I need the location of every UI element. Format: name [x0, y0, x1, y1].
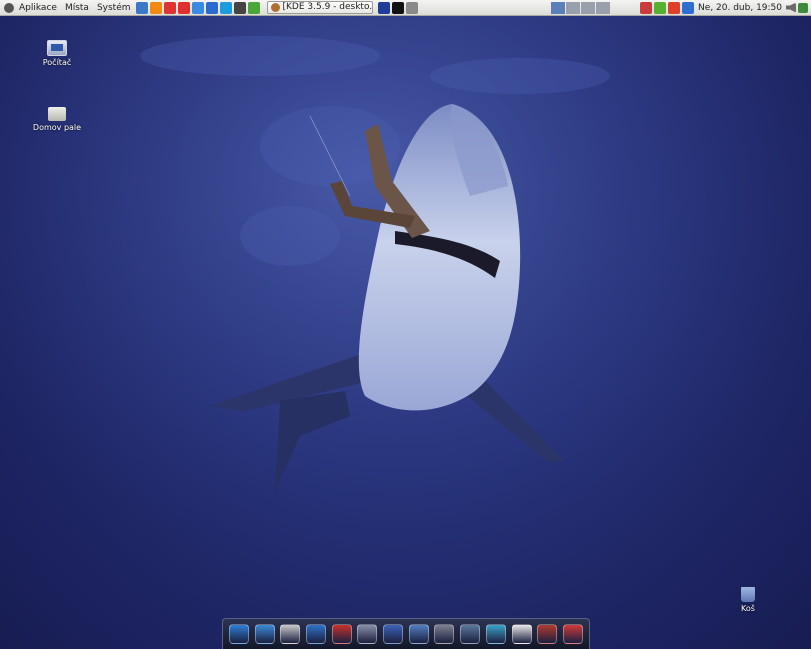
pdf-reader-dock-icon[interactable] [331, 624, 352, 644]
writer-dock-icon[interactable] [511, 624, 532, 644]
puzzle-icon[interactable] [177, 1, 190, 14]
desktop-wallpaper [0, 16, 811, 649]
network-icon[interactable] [163, 1, 176, 14]
photos-dock-icon[interactable] [485, 624, 506, 644]
skype-icon[interactable] [219, 1, 232, 14]
vlc-cone-icon[interactable] [149, 1, 162, 14]
terminal-icon[interactable] [233, 1, 246, 14]
text-editor-icon[interactable] [135, 1, 148, 14]
messenger-icon[interactable] [654, 1, 667, 14]
home-folder-icon [48, 107, 66, 121]
network-dock-icon[interactable] [408, 624, 429, 644]
top-panel: Aplikace Místa Systém [KDE 3.5.9 - deskt… [0, 0, 811, 16]
black-window-tray-icon[interactable] [391, 1, 404, 14]
network-status-icon[interactable] [682, 1, 695, 14]
volume-icon[interactable] [786, 2, 796, 13]
desktop-icon-home[interactable]: Domov pale [27, 105, 87, 132]
desktop-icon-label: Počítač [42, 58, 72, 67]
launcher-area [135, 1, 261, 14]
speaker-dock-icon[interactable] [434, 624, 455, 644]
gnome-foot-icon[interactable] [4, 2, 14, 13]
files-dock-icon[interactable] [280, 624, 301, 644]
media-dock-icon[interactable] [383, 624, 404, 644]
alarm-clock-icon[interactable] [640, 1, 653, 14]
workspace-4[interactable] [596, 1, 611, 14]
menu-system[interactable]: Systém [93, 0, 135, 16]
clock[interactable]: Ne, 20. dub, 19:50 [698, 3, 782, 13]
music-dock-icon[interactable] [562, 624, 583, 644]
globe-green-icon[interactable] [247, 1, 260, 14]
status-tray-area [639, 1, 695, 14]
workspace-3[interactable] [581, 1, 596, 14]
network-manager-icon[interactable] [798, 2, 808, 13]
monitors-dock-icon[interactable] [254, 624, 275, 644]
desktop-icon-label: Koš [741, 604, 755, 613]
window-app-icon [270, 3, 280, 12]
desktop-icon-trash[interactable]: Koš [718, 587, 778, 613]
taskbar-button[interactable]: [KDE 3.5.9 - deskto... [266, 1, 373, 14]
desktop-icon-label: Domov pale [32, 123, 82, 132]
sparkle-tray-icon[interactable] [405, 1, 418, 14]
workspace-1[interactable] [551, 1, 566, 14]
workspace-2[interactable] [566, 1, 581, 14]
computer-icon [47, 40, 67, 56]
dock-bar [222, 618, 590, 649]
desktop-icon-computer[interactable]: Počítač [27, 40, 87, 67]
trash-icon [741, 587, 755, 602]
taskbar-button-label: [KDE 3.5.9 - deskto... [282, 2, 373, 12]
menu-places[interactable]: Místa [61, 0, 93, 16]
task-tray-area [377, 1, 419, 14]
monitor-tray-icon[interactable] [377, 1, 390, 14]
image-viewer-dock-icon[interactable] [460, 624, 481, 644]
workspace-switcher[interactable] [551, 1, 611, 14]
tools-dock-icon[interactable] [537, 624, 558, 644]
globe-blue-icon[interactable] [205, 1, 218, 14]
update-icon[interactable] [668, 1, 681, 14]
menu-applications[interactable]: Aplikace [15, 0, 61, 16]
users-icon[interactable] [191, 1, 204, 14]
desktop-dock-icon[interactable] [228, 624, 249, 644]
disc-dock-icon[interactable] [357, 624, 378, 644]
browser-globe-dock-icon[interactable] [305, 624, 326, 644]
